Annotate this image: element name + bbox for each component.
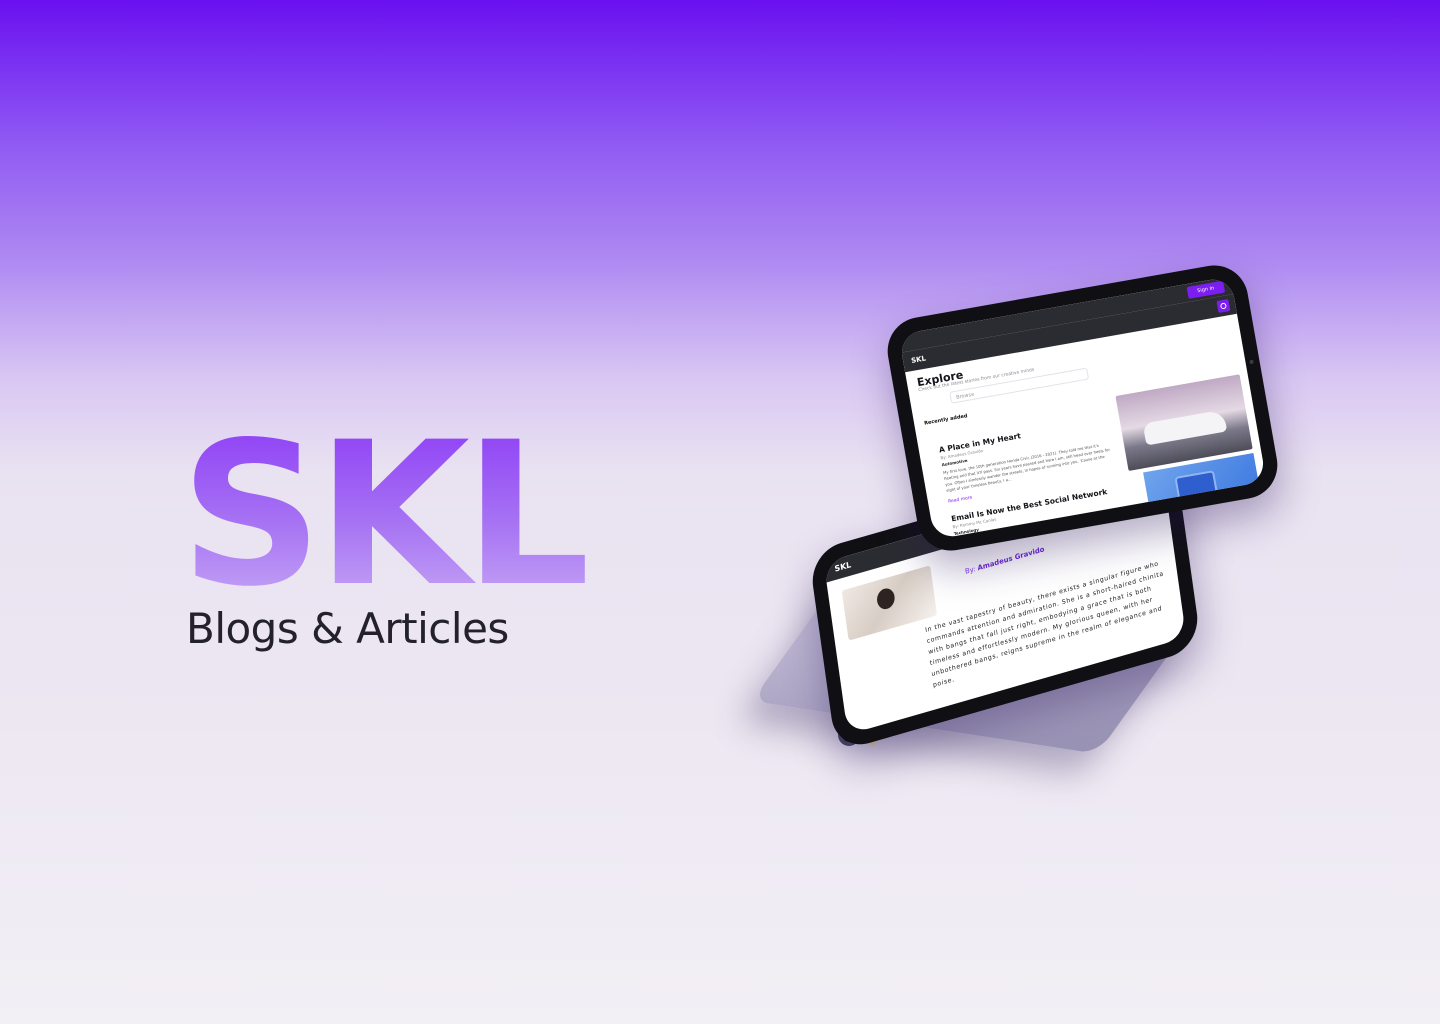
explore-logo[interactable]: SKL — [911, 354, 927, 364]
explore-screen: Sign In SKL Explore Check out the latest… — [898, 276, 1267, 540]
article-logo[interactable]: SKL — [834, 560, 852, 574]
front-camera-dot — [1249, 359, 1254, 365]
tablet-front: Sign In SKL Explore Check out the latest… — [882, 260, 1283, 556]
author-prefix: By: — [964, 564, 976, 576]
tagline: Blogs & Articles — [186, 604, 509, 653]
author-name[interactable]: Amadeus Gravido — [977, 545, 1045, 572]
article-photo — [841, 565, 938, 641]
search-icon[interactable] — [1216, 299, 1231, 313]
article-author: By: Amadeus Gravido — [964, 545, 1044, 576]
brand-logo: SKL — [180, 416, 600, 614]
